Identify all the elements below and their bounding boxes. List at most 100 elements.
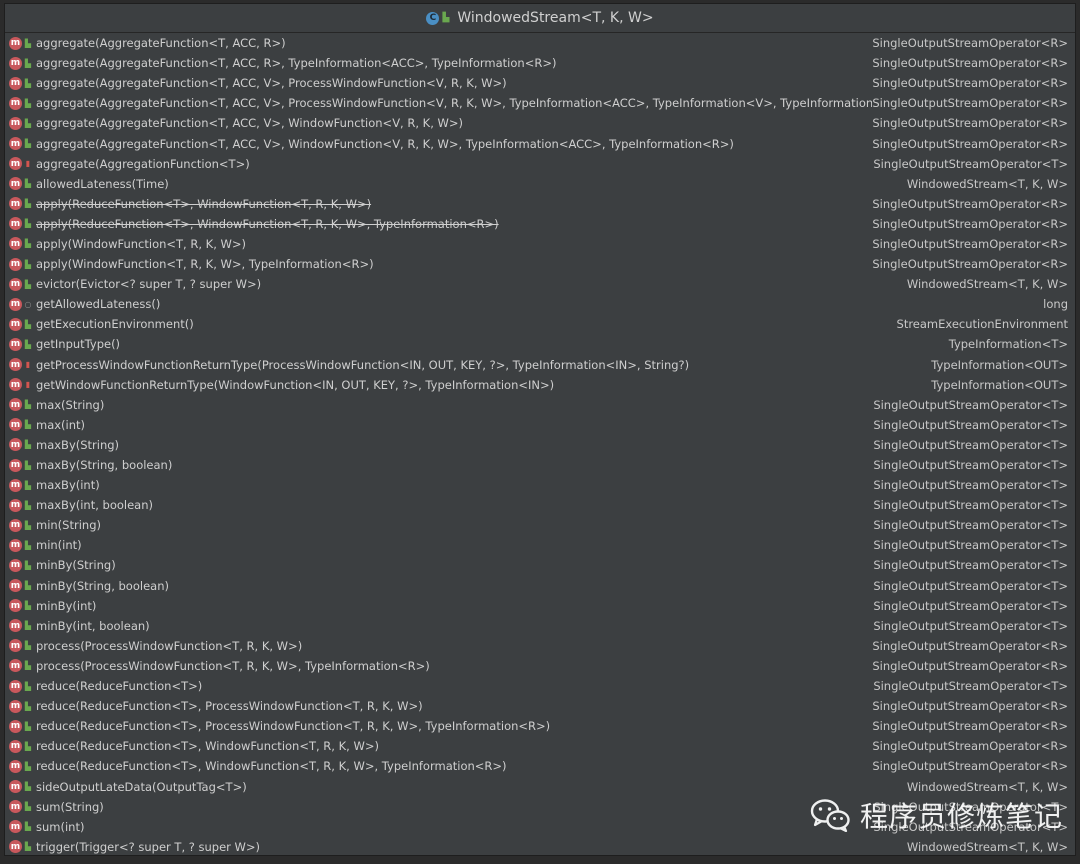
method-row[interactable]: m ▙ aggregate(AggregateFunction<T, ACC, V>… <box>5 133 1075 153</box>
method-row[interactable]: m ▙ trigger(Trigger<? super T, ? super W>)… <box>5 837 1075 857</box>
method-row[interactable]: m ▙ minBy(int) SingleOutputStreamOperator<T… <box>5 596 1075 616</box>
method-row[interactable]: m ▙ minBy(int, boolean) SingleOutputStreamO… <box>5 616 1075 636</box>
method-signature: process(ProcessWindowFunction<T, R, K, W… <box>36 658 430 673</box>
method-row[interactable]: m ▮ getProcessWindowFunctionReturnType(Pro… <box>5 355 1075 375</box>
public-visibility-icon: ▙ <box>24 179 32 189</box>
method-signature: apply(WindowFunction<T, R, K, W>, TypeIn… <box>36 257 374 272</box>
method-signature: getProcessWindowFunctionReturnType(Proce… <box>36 357 690 372</box>
method-row[interactable]: m ▙ max(int) SingleOutputStreamOperator<T> <box>5 415 1075 435</box>
public-visibility-icon: ▙ <box>24 319 32 329</box>
method-icon: m <box>9 36 22 50</box>
method-signature: aggregate(AggregateFunction<T, ACC, R>) <box>36 36 286 51</box>
method-return-type: SingleOutputStreamOperator<T> <box>873 417 1068 432</box>
method-return-type: SingleOutputStreamOperator<R> <box>872 136 1068 151</box>
method-row[interactable]: m ▙ apply(ReduceFunction<T>, WindowFunctio… <box>5 194 1075 214</box>
method-signature: min(int) <box>36 538 82 553</box>
method-return-type: SingleOutputStreamOperator<T> <box>873 819 1068 834</box>
method-list: m ▙ aggregate(AggregateFunction<T, ACC, R>… <box>5 33 1075 857</box>
method-icon: m <box>9 558 22 572</box>
method-row[interactable]: m ▙ max(String) SingleOutputStreamOperator<… <box>5 395 1075 415</box>
public-visibility-icon: ▙ <box>24 681 32 691</box>
method-row[interactable]: m ▙ getInputType() TypeInformation<T> <box>5 334 1075 354</box>
public-visibility-icon: ▙ <box>24 782 32 792</box>
title-bar: C ▙ WindowedStream<T, K, W> <box>5 4 1075 33</box>
method-row[interactable]: m ▙ maxBy(int, boolean) SingleOutputStreamO… <box>5 495 1075 515</box>
method-icon: m <box>9 639 22 653</box>
method-row[interactable]: m ▙ maxBy(String, boolean) SingleOutputStre… <box>5 455 1075 475</box>
method-return-type: SingleOutputStreamOperator<T> <box>873 437 1068 452</box>
method-row[interactable]: m ▙ aggregate(AggregateFunction<T, ACC, V>… <box>5 93 1075 113</box>
public-visibility-icon: ▙ <box>24 842 32 852</box>
public-visibility-icon: ▙ <box>24 420 32 430</box>
method-signature: reduce(ReduceFunction<T>, WindowFunction… <box>36 739 379 754</box>
public-visibility-icon: ▙ <box>24 540 32 550</box>
method-return-type: SingleOutputStreamOperator<T> <box>873 578 1068 593</box>
method-row[interactable]: m ▙ allowedLateness(Time) WindowedStream<T,… <box>5 174 1075 194</box>
public-visibility-icon: ▙ <box>442 13 450 23</box>
method-return-type: SingleOutputStreamOperator<R> <box>872 116 1068 131</box>
method-return-type: SingleOutputStreamOperator<T> <box>873 478 1068 493</box>
method-row[interactable]: m ▙ sideOutputLateData(OutputTag<T>) Window… <box>5 776 1075 796</box>
public-visibility-icon: ▙ <box>24 58 32 68</box>
method-row[interactable]: m ▙ process(ProcessWindowFunction<T, R, K,… <box>5 636 1075 656</box>
method-row[interactable]: m ▙ sum(String) SingleOutputStreamOperator<… <box>5 797 1075 817</box>
method-icon: m <box>9 337 22 351</box>
method-row[interactable]: m ▙ reduce(ReduceFunction<T>, ProcessWindo… <box>5 716 1075 736</box>
method-signature: reduce(ReduceFunction<T>, ProcessWindowF… <box>36 699 423 714</box>
method-signature: process(ProcessWindowFunction<T, R, K, W… <box>36 638 303 653</box>
method-return-type: SingleOutputStreamOperator<R> <box>872 658 1068 673</box>
method-icon: m <box>9 297 22 311</box>
method-signature: evictor(Evictor<? super T, ? super W>) <box>36 277 262 292</box>
method-row[interactable]: m ▙ min(int) SingleOutputStreamOperator<T> <box>5 535 1075 555</box>
public-visibility-icon: ▙ <box>24 440 32 450</box>
method-row[interactable]: m ▙ apply(WindowFunction<T, R, K, W>, Type… <box>5 254 1075 274</box>
method-return-type: TypeInformation<T> <box>948 337 1068 352</box>
method-return-type: SingleOutputStreamOperator<T> <box>873 538 1068 553</box>
method-signature: max(int) <box>36 417 86 432</box>
public-visibility-icon: ▙ <box>24 741 32 751</box>
method-signature: min(String) <box>36 518 101 533</box>
method-row[interactable]: m ▮ getWindowFunctionReturnType(WindowFunc… <box>5 375 1075 395</box>
method-signature: apply(ReduceFunction<T>, WindowFunction<… <box>36 196 372 211</box>
method-row[interactable]: m ▙ sum(int) SingleOutputStreamOperator<T> <box>5 817 1075 837</box>
method-row[interactable]: m ▙ getExecutionEnvironment() StreamExecuti… <box>5 314 1075 334</box>
method-row[interactable]: m ▙ minBy(String) SingleOutputStreamOperato… <box>5 555 1075 575</box>
method-row[interactable]: m ▙ reduce(ReduceFunction<T>, WindowFuncti… <box>5 736 1075 756</box>
method-row[interactable]: m ▙ aggregate(AggregateFunction<T, ACC, R>… <box>5 53 1075 73</box>
method-icon: m <box>9 56 22 70</box>
method-row[interactable]: m ▙ maxBy(int) SingleOutputStreamOperator<T… <box>5 475 1075 495</box>
method-return-type: SingleOutputStreamOperator<T> <box>873 156 1068 171</box>
method-row[interactable]: m ▙ process(ProcessWindowFunction<T, R, K,… <box>5 656 1075 676</box>
method-signature: max(String) <box>36 397 105 412</box>
method-row[interactable]: m ▙ reduce(ReduceFunction<T>) SingleOutputS… <box>5 676 1075 696</box>
method-row[interactable]: m ▙ maxBy(String) SingleOutputStreamOperato… <box>5 435 1075 455</box>
method-return-type: SingleOutputStreamOperator<T> <box>873 618 1068 633</box>
public-visibility-icon: ▙ <box>24 761 32 771</box>
method-return-type: SingleOutputStreamOperator<T> <box>873 679 1068 694</box>
method-signature: maxBy(int) <box>36 478 100 493</box>
method-row[interactable]: m ▙ reduce(ReduceFunction<T>, ProcessWindo… <box>5 696 1075 716</box>
method-row[interactable]: m ▙ apply(ReduceFunction<T>, WindowFunctio… <box>5 214 1075 234</box>
method-row[interactable]: m ▮ aggregate(AggregationFunction<T>) Singl… <box>5 154 1075 174</box>
method-row[interactable]: m ▙ apply(WindowFunction<T, R, K, W>) Singl… <box>5 234 1075 254</box>
method-icon: m <box>9 820 22 834</box>
method-row[interactable]: m ▙ minBy(String, boolean) SingleOutputStre… <box>5 576 1075 596</box>
method-signature: aggregate(AggregateFunction<T, ACC, V>, … <box>36 96 873 111</box>
method-row[interactable]: m ▙ min(String) SingleOutputStreamOperator<… <box>5 515 1075 535</box>
public-visibility-icon: ▙ <box>24 38 32 48</box>
method-icon: m <box>9 197 22 211</box>
method-row[interactable]: m ▙ aggregate(AggregateFunction<T, ACC, V>… <box>5 73 1075 93</box>
method-icon: m <box>9 378 22 392</box>
method-return-type: SingleOutputStreamOperator<T> <box>873 558 1068 573</box>
method-row[interactable]: m ▙ aggregate(AggregateFunction<T, ACC, R>… <box>5 33 1075 53</box>
method-signature: apply(WindowFunction<T, R, K, W>) <box>36 236 247 251</box>
method-icon: m <box>9 840 22 854</box>
method-icon: m <box>9 317 22 331</box>
method-return-type: SingleOutputStreamOperator<T> <box>873 498 1068 513</box>
method-return-type: SingleOutputStreamOperator<R> <box>872 236 1068 251</box>
method-row[interactable]: m ▙ aggregate(AggregateFunction<T, ACC, V>… <box>5 113 1075 133</box>
method-return-type: SingleOutputStreamOperator<R> <box>872 196 1068 211</box>
method-row[interactable]: m ○ getAllowedLateness() long <box>5 294 1075 314</box>
method-row[interactable]: m ▙ reduce(ReduceFunction<T>, WindowFuncti… <box>5 756 1075 776</box>
method-row[interactable]: m ▙ evictor(Evictor<? super T, ? super W>)… <box>5 274 1075 294</box>
